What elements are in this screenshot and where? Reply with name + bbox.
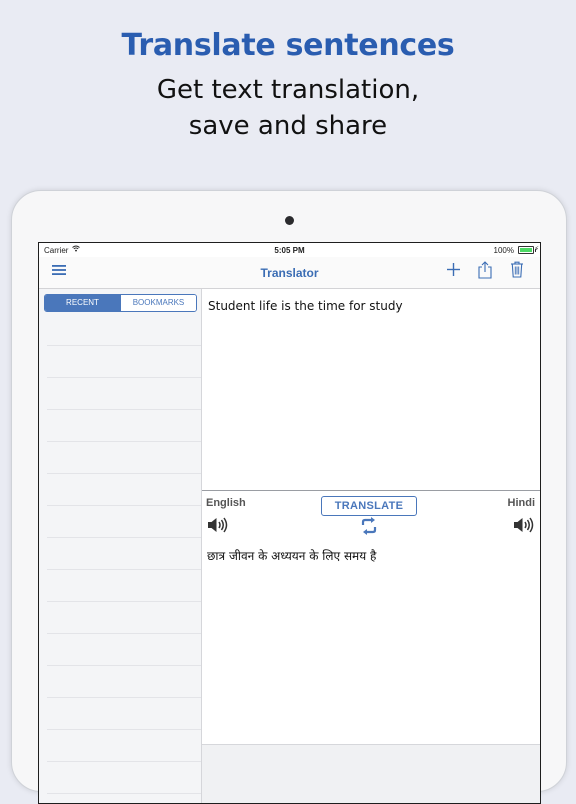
- list-item[interactable]: [47, 442, 201, 474]
- bottom-panel: [202, 745, 540, 803]
- promo-subtitle-line2: save and share: [188, 111, 388, 141]
- source-speak-button[interactable]: [207, 517, 229, 538]
- add-button[interactable]: [442, 261, 464, 283]
- target-speak-button[interactable]: [513, 517, 535, 538]
- share-button[interactable]: [474, 260, 496, 284]
- source-language-button[interactable]: English: [206, 497, 246, 509]
- camera-dot: [285, 216, 294, 225]
- charging-icon: ⚡: [534, 246, 539, 253]
- list-item[interactable]: [47, 538, 201, 570]
- list-item[interactable]: [47, 570, 201, 602]
- list-item[interactable]: [47, 378, 201, 410]
- translate-button[interactable]: TRANSLATE: [321, 496, 417, 516]
- list-item[interactable]: [47, 730, 201, 762]
- list-item[interactable]: [47, 506, 201, 538]
- list-item[interactable]: [47, 314, 201, 346]
- trash-icon: [510, 261, 524, 283]
- status-bar: Carrier 5:05 PM 100% ⚡: [39, 243, 540, 257]
- list-item[interactable]: [47, 346, 201, 378]
- battery-icon: [518, 246, 536, 254]
- promo-subtitle-line1: Get text translation,: [156, 75, 420, 105]
- result-text: छात्र जीवन के अध्ययन के लिए समय है: [207, 549, 377, 563]
- list-item[interactable]: [47, 698, 201, 730]
- translation-result[interactable]: छात्र जीवन के अध्ययन के लिए समय है: [202, 541, 540, 745]
- list-item[interactable]: [47, 762, 201, 794]
- target-language-button[interactable]: Hindi: [508, 497, 536, 509]
- share-icon: [478, 260, 492, 284]
- sidebar: RECENT BOOKMARKS: [39, 289, 202, 803]
- history-segmented-control: RECENT BOOKMARKS: [44, 294, 197, 312]
- nav-title: Translator: [260, 266, 319, 280]
- list-item[interactable]: [47, 794, 201, 803]
- battery-percent: 100%: [493, 246, 514, 255]
- delete-button[interactable]: [506, 261, 528, 283]
- list-item[interactable]: [47, 410, 201, 442]
- list-item[interactable]: [47, 634, 201, 666]
- history-list: [47, 314, 201, 803]
- status-time: 5:05 PM: [274, 246, 305, 255]
- tab-bookmarks[interactable]: BOOKMARKS: [120, 295, 196, 311]
- promo-subtitle: Get text translation, save and share: [0, 72, 576, 144]
- swap-languages-icon: [360, 517, 378, 540]
- source-text-input[interactable]: Student life is the time for study: [202, 289, 540, 489]
- list-item[interactable]: [47, 474, 201, 506]
- ipad-device-frame: Carrier 5:05 PM 100% ⚡ Translator RECENT…: [11, 190, 567, 804]
- nav-bar: Translator: [39, 257, 540, 289]
- source-text: Student life is the time for study: [208, 299, 403, 313]
- promo-title: Translate sentences: [121, 28, 455, 63]
- list-item[interactable]: [47, 666, 201, 698]
- speaker-icon: [207, 517, 229, 537]
- swap-languages-button[interactable]: [360, 516, 378, 541]
- speaker-icon: [513, 517, 535, 537]
- translate-toolbar: English TRANSLATE Hindi: [202, 490, 540, 542]
- list-item[interactable]: [47, 602, 201, 634]
- app-screen: Carrier 5:05 PM 100% ⚡ Translator RECENT…: [38, 242, 541, 804]
- tab-recent[interactable]: RECENT: [45, 295, 120, 311]
- plus-icon: [446, 263, 460, 281]
